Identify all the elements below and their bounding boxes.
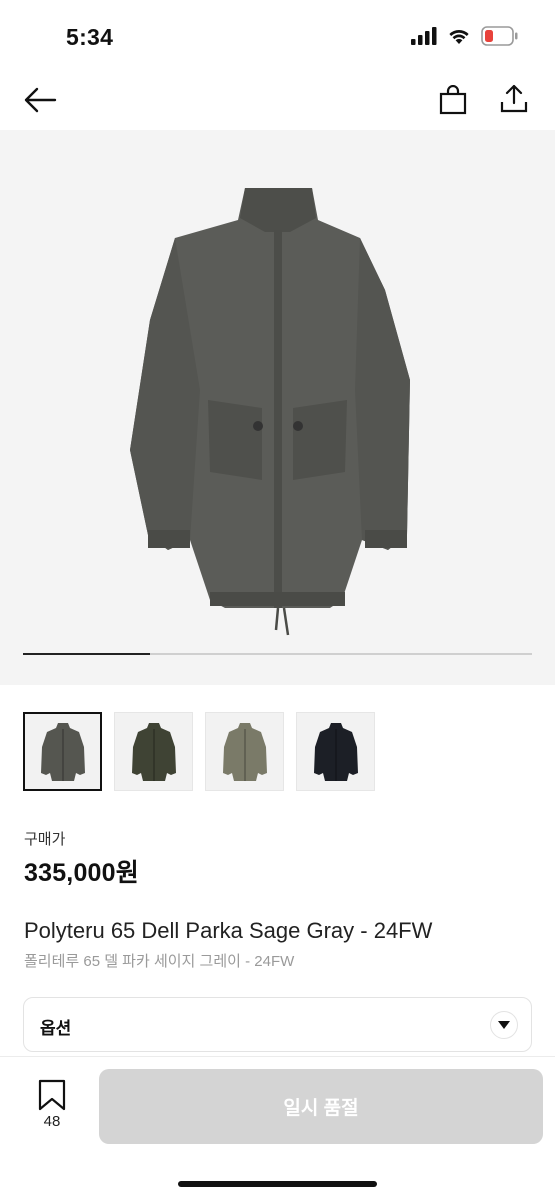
parka-image [130,188,410,636]
product-name-en: Polyteru 65 Dell Parka Sage Gray - 24FW [24,918,433,943]
bookmark-button[interactable]: 48 [30,1079,74,1135]
shopping-bag-button[interactable] [434,80,472,120]
price-label: 구매가 [24,831,66,848]
price-value: 335,000원 [24,859,139,887]
gallery-progress [23,653,532,655]
thumbnail-parka-image [131,722,176,781]
status-bar: 5:34 [0,0,555,70]
nav-bar [0,70,555,130]
soldout-button[interactable]: 일시 품절 [99,1069,543,1144]
product-name-ko: 폴리테루 65 델 파카 세이지 그레이 - 24FW [24,953,295,970]
bottom-action-bar: 48 일시 품절 [0,1056,555,1200]
status-icons [411,26,519,51]
option-label: 옵션 [40,1019,72,1038]
product-image-gallery[interactable] [0,130,555,685]
thumbnail-sage-gray[interactable] [23,712,102,791]
home-indicator [178,1181,377,1187]
gallery-progress-fill [23,653,151,655]
bookmark-count: 48 [43,1113,61,1130]
thumbnail-black[interactable] [296,712,375,791]
shopping-bag-icon [439,85,467,115]
back-button[interactable] [20,80,60,120]
status-time: 5:34 [66,24,114,50]
chevron-down-icon [490,1011,518,1039]
thumbnail-strip [23,712,375,791]
option-select[interactable]: 옵션 [23,997,532,1052]
battery-low-icon [481,26,519,51]
thumbnail-parka-image [222,722,267,781]
signal-icon [411,27,437,50]
bookmark-icon [38,1079,66,1111]
back-arrow-icon [24,87,57,113]
thumbnail-parka-image [40,722,85,781]
share-button[interactable] [495,78,533,118]
share-icon [500,84,528,113]
thumbnail-khaki[interactable] [205,712,284,791]
thumbnail-parka-image [313,722,358,781]
thumbnail-olive[interactable] [114,712,193,791]
wifi-icon [447,27,471,50]
